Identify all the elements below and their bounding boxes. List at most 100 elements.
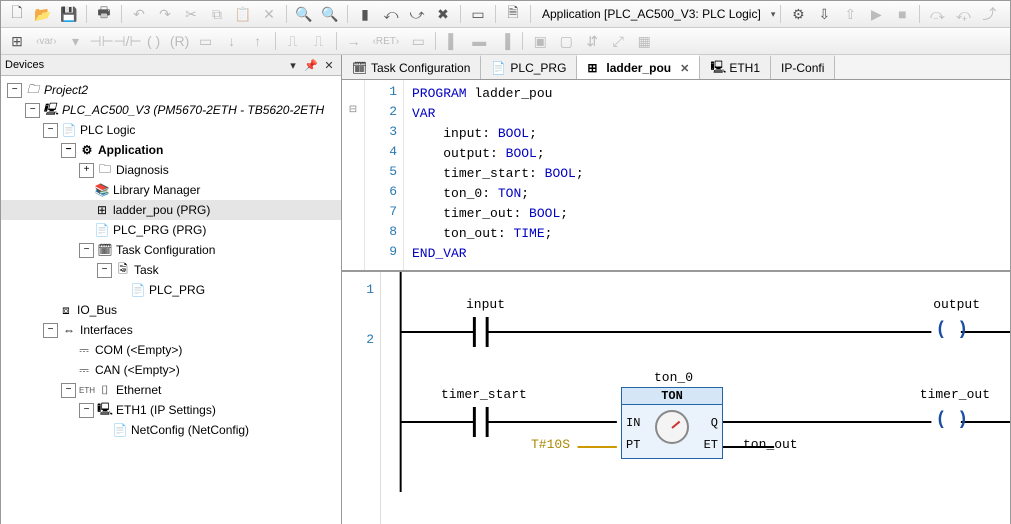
start-icon[interactable]: ▶ bbox=[864, 2, 888, 26]
tree-item[interactable]: −⇔Interfaces bbox=[1, 320, 341, 340]
tree-item[interactable]: −🗓Task Configuration bbox=[1, 240, 341, 260]
find-icon[interactable]: 🔍 bbox=[292, 2, 316, 26]
open-icon[interactable]: 📂 bbox=[31, 2, 55, 26]
panel-close-icon[interactable]: ✕ bbox=[321, 57, 337, 73]
ladder-editor[interactable]: 1 2 bbox=[342, 272, 1010, 524]
tree-item[interactable]: 📄PLC_PRG (PRG) bbox=[1, 220, 341, 240]
expand-icon[interactable]: + bbox=[79, 163, 94, 178]
delete-icon[interactable]: ✕ bbox=[257, 2, 281, 26]
collapse-icon[interactable]: − bbox=[7, 83, 22, 98]
step-into-icon[interactable]: ⤽ bbox=[951, 2, 975, 26]
tree-item[interactable]: −📄PLC Logic bbox=[1, 120, 341, 140]
coil-icon[interactable]: ( ) bbox=[936, 320, 968, 340]
ladder-network-1[interactable]: input output ( ) bbox=[381, 272, 1010, 372]
coil-label[interactable]: timer_out bbox=[920, 387, 990, 402]
collapse-icon[interactable]: − bbox=[79, 403, 94, 418]
jump-icon[interactable]: → bbox=[342, 29, 366, 53]
coil-icon[interactable]: ( ) bbox=[936, 410, 968, 430]
run-cursor-icon[interactable]: ⇥ bbox=[1003, 2, 1010, 26]
active-application-label[interactable]: Application [PLC_AC500_V3: PLC Logic] bbox=[536, 7, 767, 21]
logout-icon[interactable]: ⇧ bbox=[838, 2, 862, 26]
expand-icon[interactable]: ▢ bbox=[554, 29, 578, 53]
ld-up-icon[interactable]: ↑ bbox=[246, 29, 270, 53]
code-line[interactable]: output: BOOL; bbox=[412, 144, 1002, 164]
bookmark-icon[interactable]: ▮ bbox=[353, 2, 377, 26]
var-dd-icon[interactable]: ▾ bbox=[64, 29, 88, 53]
coil-label[interactable]: output bbox=[933, 297, 980, 312]
prev-bm-icon[interactable]: ⤺ bbox=[379, 2, 403, 26]
pt-value-label[interactable]: T#10S bbox=[531, 437, 570, 452]
collapse-icon[interactable]: − bbox=[61, 143, 76, 158]
code-line[interactable]: timer_out: BOOL; bbox=[412, 204, 1002, 224]
tree-item[interactable]: 📚Library Manager bbox=[1, 180, 341, 200]
contact-label[interactable]: timer_start bbox=[441, 387, 527, 402]
build-icon[interactable]: ⚙ bbox=[786, 2, 810, 26]
next-bm-icon[interactable]: ⤻ bbox=[405, 2, 429, 26]
instance-label[interactable]: ton_0 bbox=[654, 370, 693, 385]
redo-icon[interactable]: ↷ bbox=[153, 2, 177, 26]
code-line[interactable]: ton_out: TIME; bbox=[412, 224, 1002, 244]
box-icon[interactable]: ▭ bbox=[466, 2, 490, 26]
ld-branch-icon[interactable]: ⎍ bbox=[281, 29, 305, 53]
tree-item[interactable]: 📄PLC_PRG bbox=[1, 280, 341, 300]
tab-plc-prg[interactable]: 📄PLC_PRG bbox=[481, 55, 577, 79]
ld-network-icon[interactable]: ⊞ bbox=[5, 29, 29, 53]
collapse-icon[interactable]: − bbox=[97, 263, 112, 278]
panel-pin-icon[interactable]: 📌 bbox=[303, 57, 319, 73]
tab-task-config[interactable]: 🗓Task Configuration bbox=[342, 55, 481, 79]
copy-icon[interactable]: ⧉ bbox=[205, 2, 229, 26]
application-dropdown-icon[interactable]: ▾ bbox=[769, 9, 776, 20]
cut-icon[interactable]: ✂ bbox=[179, 2, 203, 26]
device-tree[interactable]: −🗀Project2−🖳PLC_AC500_V3 (PM5670-2ETH - … bbox=[1, 76, 341, 524]
login-icon[interactable]: ⇩ bbox=[812, 2, 836, 26]
tree-item[interactable]: −🖳ETH1 (IP Settings) bbox=[1, 400, 341, 420]
paste-icon[interactable]: 📋 bbox=[231, 2, 255, 26]
doc-icon[interactable]: 🗎 bbox=[501, 2, 525, 26]
ld-branch2-icon[interactable]: ⎍ bbox=[307, 29, 331, 53]
undo-icon[interactable]: ↶ bbox=[127, 2, 151, 26]
ld-coil-r-icon[interactable]: (R) bbox=[168, 29, 192, 53]
stop-icon[interactable]: ■ bbox=[890, 2, 914, 26]
code-line[interactable]: ton_0: TON; bbox=[412, 184, 1002, 204]
collapse-icon[interactable]: − bbox=[43, 123, 58, 138]
collapse-icon[interactable]: − bbox=[43, 323, 58, 338]
tree-item[interactable]: +🗀Diagnosis bbox=[1, 160, 341, 180]
code-text[interactable]: PROGRAM ladder_pouVAR input: BOOL; outpu… bbox=[404, 80, 1010, 270]
declaration-editor[interactable]: ⊟ 123456789 PROGRAM ladder_pouVAR input:… bbox=[342, 80, 1010, 272]
tree-item[interactable]: ⎓CAN (<Empty>) bbox=[1, 360, 341, 380]
tree-item[interactable]: −🖳PLC_AC500_V3 (PM5670-2ETH - TB5620-2ET… bbox=[1, 100, 341, 120]
ld-down-icon[interactable]: ↓ bbox=[220, 29, 244, 53]
tree-item[interactable]: −⚙Application bbox=[1, 140, 341, 160]
ld-coil-icon[interactable]: ( ) bbox=[142, 29, 166, 53]
function-block-ton[interactable]: TON IN PT Q ET bbox=[621, 387, 723, 459]
tree-item[interactable]: ⊞ladder_pou (PRG) bbox=[1, 200, 341, 220]
code-line[interactable]: PROGRAM ladder_pou bbox=[412, 84, 1002, 104]
find-replace-icon[interactable]: 🔍 bbox=[318, 2, 342, 26]
grid-icon[interactable]: ▦ bbox=[632, 29, 656, 53]
tab-ip-config[interactable]: IP-Confi bbox=[771, 55, 835, 79]
et-output-label[interactable]: ton_out bbox=[743, 437, 798, 452]
tree-item[interactable]: −ETH⌷Ethernet bbox=[1, 380, 341, 400]
step-out-icon[interactable]: ⤴ bbox=[977, 2, 1001, 26]
code-line[interactable]: VAR bbox=[412, 104, 1002, 124]
tree-item[interactable]: 📄NetConfig (NetConfig) bbox=[1, 420, 341, 440]
print-icon[interactable]: 🖶 bbox=[92, 2, 116, 26]
arrange-icon[interactable]: ⇵ bbox=[580, 29, 604, 53]
ld-contact-no-icon[interactable]: ⊣⊢ bbox=[90, 29, 114, 53]
tab-ladder-pou[interactable]: ⊞ladder_pou✕ bbox=[577, 55, 700, 79]
ld-extra-icon[interactable]: ▭ bbox=[406, 29, 430, 53]
tree-item[interactable]: ⧈IO_Bus bbox=[1, 300, 341, 320]
ret-icon[interactable]: ‹RET› bbox=[368, 29, 405, 53]
collapse-icon[interactable]: − bbox=[79, 243, 94, 258]
save-icon[interactable]: 💾 bbox=[57, 2, 81, 26]
align-l-icon[interactable]: ▌ bbox=[441, 29, 465, 53]
panel-dropdown-icon[interactable]: ▾ bbox=[285, 57, 301, 73]
align-c-icon[interactable]: ▬ bbox=[467, 29, 491, 53]
ladder-network-2[interactable]: timer_start T#10S ton_0 TON IN PT Q ET t… bbox=[381, 372, 1010, 492]
tree-item[interactable]: −🗟Task bbox=[1, 260, 341, 280]
tab-eth1[interactable]: 🖳ETH1 bbox=[700, 55, 771, 79]
step-over-icon[interactable]: ⤼ bbox=[925, 2, 949, 26]
ld-contact-nc-icon[interactable]: ⊣/⊢ bbox=[116, 29, 140, 53]
code-line[interactable]: input: BOOL; bbox=[412, 124, 1002, 144]
collapse-icon[interactable]: ▣ bbox=[528, 29, 552, 53]
